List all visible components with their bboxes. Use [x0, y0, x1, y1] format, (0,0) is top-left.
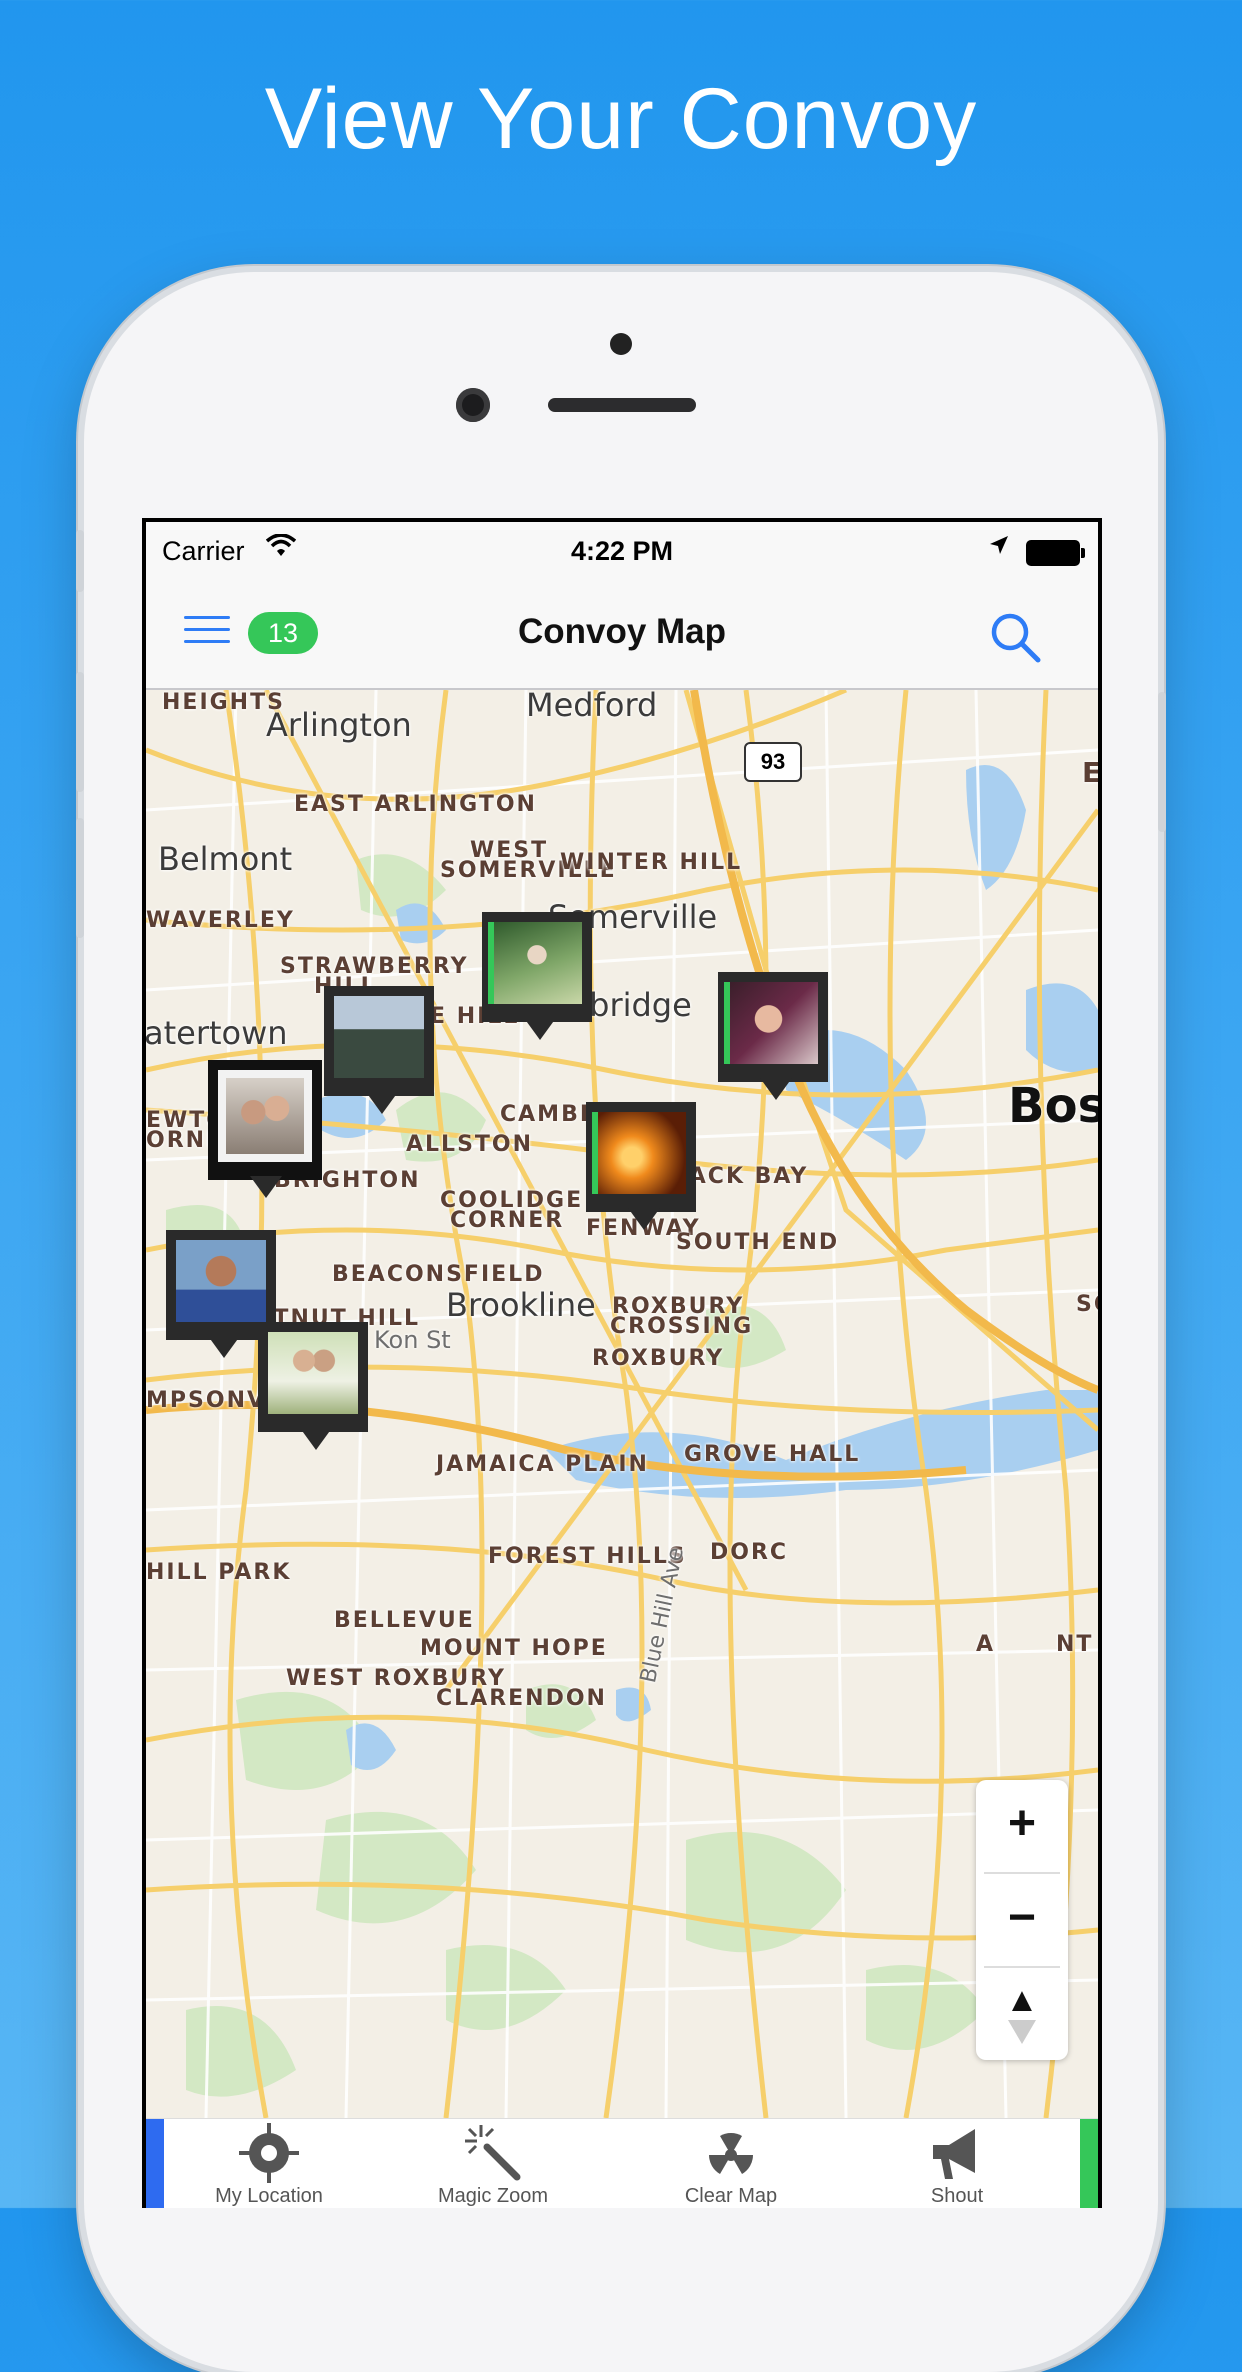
compass-south-icon: [1008, 2020, 1036, 2044]
my-location-button[interactable]: My Location: [184, 2123, 354, 2208]
phone-screen: Carrier 4:22 PM 13 Convoy Map 93 Medford…: [142, 518, 1102, 2208]
map-view[interactable]: 93 Medford Arlington Belmont Somerville …: [146, 690, 1098, 2118]
member-photo: [492, 922, 582, 1004]
radiation-icon: [646, 2125, 816, 2181]
neighborhood-label: E: [1082, 756, 1098, 789]
location-arrow-icon: [988, 534, 1010, 563]
left-accent-bar: [146, 2119, 164, 2208]
neighborhood-label: CROSSING: [610, 1314, 754, 1339]
tab-label: Clear Map: [684, 2185, 778, 2207]
neighborhood-label: CORNER: [450, 1208, 565, 1233]
magic-zoom-button[interactable]: Magic Zoom: [408, 2125, 578, 2208]
neighborhood-label: GROVE HALL: [684, 1442, 861, 1467]
status-time: 4:22 PM: [570, 536, 674, 566]
online-indicator: [592, 1112, 598, 1194]
neighborhood-label: BELLEVUE: [334, 1608, 475, 1633]
member-photo: [596, 1112, 686, 1194]
proximity-sensor: [610, 333, 632, 355]
member-photo: [268, 1332, 358, 1414]
tab-label: Shout: [930, 2185, 984, 2207]
route-93-shield: 93: [744, 742, 802, 782]
compass-north-icon: ▲: [1005, 1981, 1039, 2019]
neighborhood-label: SO: [1076, 1292, 1098, 1317]
battery-icon: [1026, 540, 1085, 566]
online-indicator: [488, 922, 494, 1004]
neighborhood-label: A: [976, 1632, 996, 1657]
volume-down-button: [76, 818, 84, 938]
city-label: Medford: [526, 690, 658, 724]
convoy-member-pin[interactable]: [258, 1322, 368, 1450]
member-photo: [728, 982, 818, 1064]
power-button: [1158, 692, 1166, 832]
city-label: Arlington: [266, 706, 412, 744]
convoy-member-pin-selected[interactable]: [208, 1060, 322, 1198]
page-title: Convoy Map: [517, 612, 727, 651]
convoy-member-pin[interactable]: [718, 972, 828, 1100]
neighborhood-label: HILL PARK: [146, 1560, 292, 1585]
member-photo: [176, 1240, 266, 1322]
member-photo: [334, 996, 424, 1078]
neighborhood-label: FOREST HILLS: [488, 1544, 687, 1569]
magic-wand-icon: [408, 2125, 578, 2181]
shout-button[interactable]: Shout: [872, 2125, 1042, 2208]
crosshair-icon: [184, 2123, 354, 2183]
neighborhood-label: EAST ARLINGTON: [294, 792, 537, 817]
neighborhood-label: JAMAICA PLAIN: [436, 1452, 649, 1477]
earpiece-speaker: [548, 398, 696, 412]
neighborhood-label: MOUNT HOPE: [420, 1636, 608, 1661]
zoom-in-button[interactable]: +: [976, 1780, 1068, 1868]
search-icon[interactable]: [988, 610, 1044, 671]
clear-map-button[interactable]: Clear Map: [646, 2125, 816, 2208]
promo-headline: View Your Convoy: [264, 71, 978, 167]
megaphone-icon: [872, 2125, 1042, 2181]
city-label: Bos: [1008, 1078, 1098, 1134]
neighborhood-label: ROXBURY: [592, 1346, 725, 1371]
status-bar: Carrier 4:22 PM: [146, 522, 1098, 578]
neighborhood-label: WINTER HILL: [560, 850, 743, 875]
neighborhood-label: WAVERLEY: [146, 908, 295, 933]
neighborhood-label: CLARENDON: [436, 1686, 607, 1711]
city-label: atertown: [146, 1014, 288, 1052]
convoy-member-pin[interactable]: [324, 986, 434, 1114]
volume-up-button: [76, 672, 84, 792]
navigation-bar: 13 Convoy Map: [146, 578, 1098, 690]
right-accent-bar: [1080, 2119, 1098, 2208]
neighborhood-label: HEIGHTS: [162, 690, 285, 715]
online-indicator: [724, 982, 730, 1064]
zoom-controls: + − ▲: [976, 1780, 1068, 2060]
neighborhood-label: BEACONSFIELD: [332, 1262, 545, 1287]
neighborhood-label: ALLSTON: [406, 1132, 534, 1157]
mute-switch: [76, 530, 84, 592]
convoy-member-pin[interactable]: [586, 1102, 696, 1230]
compass-button[interactable]: ▲: [976, 1970, 1068, 2058]
city-label: Belmont: [158, 840, 293, 878]
member-photo: [218, 1070, 312, 1162]
neighborhood-label: DORC: [710, 1540, 789, 1565]
zoom-out-button[interactable]: −: [976, 1874, 1068, 1962]
front-camera: [456, 388, 490, 422]
tab-label: My Location: [215, 2185, 323, 2207]
neighborhood-label: SOUTH END: [676, 1230, 840, 1255]
convoy-member-pin[interactable]: [482, 912, 592, 1040]
neighborhood-label: NT: [1056, 1632, 1094, 1657]
tab-label: Magic Zoom: [437, 2185, 549, 2207]
bottom-toolbar: My Location Magic Zoom Clear Map Shout: [146, 2118, 1098, 2208]
city-label: Brookline: [446, 1286, 596, 1324]
app-screen: Carrier 4:22 PM 13 Convoy Map 93 Medford…: [146, 522, 1098, 2208]
